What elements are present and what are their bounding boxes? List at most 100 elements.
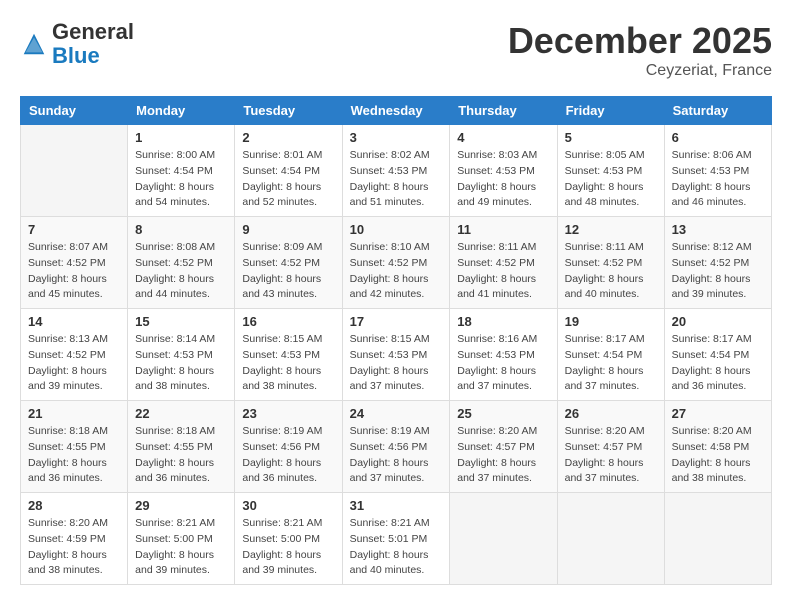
calendar-cell: 4 Sunrise: 8:03 AMSunset: 4:53 PMDaylight… bbox=[450, 125, 557, 217]
day-number: 4 bbox=[457, 130, 549, 145]
day-info: Sunrise: 8:16 AMSunset: 4:53 PMDaylight:… bbox=[457, 332, 549, 395]
calendar-cell: 14 Sunrise: 8:13 AMSunset: 4:52 PMDayligh… bbox=[21, 309, 128, 401]
calendar-cell: 25 Sunrise: 8:20 AMSunset: 4:57 PMDayligh… bbox=[450, 401, 557, 493]
weekday-header-friday: Friday bbox=[557, 97, 664, 125]
calendar-cell: 5 Sunrise: 8:05 AMSunset: 4:53 PMDaylight… bbox=[557, 125, 664, 217]
calendar-cell: 11 Sunrise: 8:11 AMSunset: 4:52 PMDayligh… bbox=[450, 217, 557, 309]
day-number: 30 bbox=[242, 498, 334, 513]
day-number: 6 bbox=[672, 130, 764, 145]
day-info: Sunrise: 8:15 AMSunset: 4:53 PMDaylight:… bbox=[242, 332, 334, 395]
calendar-table: SundayMondayTuesdayWednesdayThursdayFrid… bbox=[20, 96, 772, 585]
day-number: 16 bbox=[242, 314, 334, 329]
day-number: 18 bbox=[457, 314, 549, 329]
week-row-5: 28 Sunrise: 8:20 AMSunset: 4:59 PMDayligh… bbox=[21, 493, 772, 585]
calendar-cell: 12 Sunrise: 8:11 AMSunset: 4:52 PMDayligh… bbox=[557, 217, 664, 309]
day-info: Sunrise: 8:02 AMSunset: 4:53 PMDaylight:… bbox=[350, 148, 443, 211]
logo: General Blue bbox=[20, 20, 134, 68]
calendar-cell: 2Sunrise: 8:01 AMSunset: 4:54 PMDaylight… bbox=[235, 125, 342, 217]
week-row-1: 1 Sunrise: 8:00 AMSunset: 4:54 PMDaylight… bbox=[21, 125, 772, 217]
week-row-4: 21 Sunrise: 8:18 AMSunset: 4:55 PMDayligh… bbox=[21, 401, 772, 493]
calendar-cell: 26 Sunrise: 8:20 AMSunset: 4:57 PMDayligh… bbox=[557, 401, 664, 493]
day-number: 5 bbox=[565, 130, 657, 145]
week-row-2: 7 Sunrise: 8:07 AMSunset: 4:52 PMDaylight… bbox=[21, 217, 772, 309]
day-number: 12 bbox=[565, 222, 657, 237]
day-number: 14 bbox=[28, 314, 120, 329]
day-info: Sunrise: 8:21 AMSunset: 5:00 PMDaylight:… bbox=[242, 516, 334, 579]
day-info: Sunrise: 8:20 AMSunset: 4:58 PMDaylight:… bbox=[672, 424, 764, 487]
day-number: 3 bbox=[350, 130, 443, 145]
day-info: Sunrise: 8:11 AMSunset: 4:52 PMDaylight:… bbox=[565, 240, 657, 303]
calendar-cell: 6Sunrise: 8:06 AMSunset: 4:53 PMDaylight… bbox=[664, 125, 771, 217]
logo-general-text: General bbox=[52, 19, 134, 44]
calendar-cell: 9 Sunrise: 8:09 AMSunset: 4:52 PMDaylight… bbox=[235, 217, 342, 309]
calendar-cell: 21 Sunrise: 8:18 AMSunset: 4:55 PMDayligh… bbox=[21, 401, 128, 493]
calendar-cell: 27 Sunrise: 8:20 AMSunset: 4:58 PMDayligh… bbox=[664, 401, 771, 493]
day-info: Sunrise: 8:19 AMSunset: 4:56 PMDaylight:… bbox=[242, 424, 334, 487]
day-info: Sunrise: 8:18 AMSunset: 4:55 PMDaylight:… bbox=[135, 424, 227, 487]
calendar-cell: 20 Sunrise: 8:17 AMSunset: 4:54 PMDayligh… bbox=[664, 309, 771, 401]
day-info: Sunrise: 8:21 AMSunset: 5:01 PMDaylight:… bbox=[350, 516, 443, 579]
day-number: 11 bbox=[457, 222, 549, 237]
calendar-cell: 23 Sunrise: 8:19 AMSunset: 4:56 PMDayligh… bbox=[235, 401, 342, 493]
day-number: 13 bbox=[672, 222, 764, 237]
calendar-cell: 1 Sunrise: 8:00 AMSunset: 4:54 PMDaylight… bbox=[128, 125, 235, 217]
week-row-3: 14 Sunrise: 8:13 AMSunset: 4:52 PMDayligh… bbox=[21, 309, 772, 401]
day-info: Sunrise: 8:11 AMSunset: 4:52 PMDaylight:… bbox=[457, 240, 549, 303]
day-info: Sunrise: 8:03 AMSunset: 4:53 PMDaylight:… bbox=[457, 148, 549, 211]
day-number: 24 bbox=[350, 406, 443, 421]
day-number: 7 bbox=[28, 222, 120, 237]
day-info: Sunrise: 8:07 AMSunset: 4:52 PMDaylight:… bbox=[28, 240, 120, 303]
calendar-cell: 8 Sunrise: 8:08 AMSunset: 4:52 PMDaylight… bbox=[128, 217, 235, 309]
day-number: 10 bbox=[350, 222, 443, 237]
weekday-header-tuesday: Tuesday bbox=[235, 97, 342, 125]
logo-icon bbox=[20, 30, 48, 58]
day-number: 15 bbox=[135, 314, 227, 329]
day-number: 17 bbox=[350, 314, 443, 329]
day-info: Sunrise: 8:20 AMSunset: 4:57 PMDaylight:… bbox=[565, 424, 657, 487]
calendar-cell: 31 Sunrise: 8:21 AMSunset: 5:01 PMDayligh… bbox=[342, 493, 450, 585]
day-number: 27 bbox=[672, 406, 764, 421]
day-number: 25 bbox=[457, 406, 549, 421]
day-info: Sunrise: 8:13 AMSunset: 4:52 PMDaylight:… bbox=[28, 332, 120, 395]
day-info: Sunrise: 8:18 AMSunset: 4:55 PMDaylight:… bbox=[28, 424, 120, 487]
day-number: 20 bbox=[672, 314, 764, 329]
weekday-header-sunday: Sunday bbox=[21, 97, 128, 125]
day-number: 23 bbox=[242, 406, 334, 421]
calendar-cell: 29Sunrise: 8:21 AMSunset: 5:00 PMDayligh… bbox=[128, 493, 235, 585]
day-info: Sunrise: 8:20 AMSunset: 4:57 PMDaylight:… bbox=[457, 424, 549, 487]
weekday-header-thursday: Thursday bbox=[450, 97, 557, 125]
day-number: 2 bbox=[242, 130, 334, 145]
day-info: Sunrise: 8:21 AMSunset: 5:00 PMDaylight:… bbox=[135, 516, 227, 579]
day-info: Sunrise: 8:05 AMSunset: 4:53 PMDaylight:… bbox=[565, 148, 657, 211]
day-number: 8 bbox=[135, 222, 227, 237]
calendar-cell: 16 Sunrise: 8:15 AMSunset: 4:53 PMDayligh… bbox=[235, 309, 342, 401]
day-info: Sunrise: 8:00 AMSunset: 4:54 PMDaylight:… bbox=[135, 148, 227, 211]
day-number: 1 bbox=[135, 130, 227, 145]
day-number: 21 bbox=[28, 406, 120, 421]
calendar-cell: 28 Sunrise: 8:20 AMSunset: 4:59 PMDayligh… bbox=[21, 493, 128, 585]
day-number: 31 bbox=[350, 498, 443, 513]
day-info: Sunrise: 8:10 AMSunset: 4:52 PMDaylight:… bbox=[350, 240, 443, 303]
location: Ceyzeriat, France bbox=[508, 62, 772, 80]
day-number: 19 bbox=[565, 314, 657, 329]
calendar-cell: 13Sunrise: 8:12 AMSunset: 4:52 PMDayligh… bbox=[664, 217, 771, 309]
calendar-cell: 19Sunrise: 8:17 AMSunset: 4:54 PMDayligh… bbox=[557, 309, 664, 401]
day-number: 28 bbox=[28, 498, 120, 513]
day-number: 26 bbox=[565, 406, 657, 421]
day-number: 9 bbox=[242, 222, 334, 237]
day-info: Sunrise: 8:17 AMSunset: 4:54 PMDaylight:… bbox=[672, 332, 764, 395]
calendar-cell: 7 Sunrise: 8:07 AMSunset: 4:52 PMDaylight… bbox=[21, 217, 128, 309]
day-info: Sunrise: 8:15 AMSunset: 4:53 PMDaylight:… bbox=[350, 332, 443, 395]
day-info: Sunrise: 8:20 AMSunset: 4:59 PMDaylight:… bbox=[28, 516, 120, 579]
day-info: Sunrise: 8:14 AMSunset: 4:53 PMDaylight:… bbox=[135, 332, 227, 395]
calendar-cell: 22Sunrise: 8:18 AMSunset: 4:55 PMDayligh… bbox=[128, 401, 235, 493]
calendar-cell bbox=[21, 125, 128, 217]
calendar-header-row: SundayMondayTuesdayWednesdayThursdayFrid… bbox=[21, 97, 772, 125]
day-info: Sunrise: 8:08 AMSunset: 4:52 PMDaylight:… bbox=[135, 240, 227, 303]
day-info: Sunrise: 8:19 AMSunset: 4:56 PMDaylight:… bbox=[350, 424, 443, 487]
weekday-header-wednesday: Wednesday bbox=[342, 97, 450, 125]
title-block: December 2025 Ceyzeriat, France bbox=[508, 20, 772, 80]
calendar-cell: 10 Sunrise: 8:10 AMSunset: 4:52 PMDayligh… bbox=[342, 217, 450, 309]
day-info: Sunrise: 8:09 AMSunset: 4:52 PMDaylight:… bbox=[242, 240, 334, 303]
calendar-cell bbox=[450, 493, 557, 585]
